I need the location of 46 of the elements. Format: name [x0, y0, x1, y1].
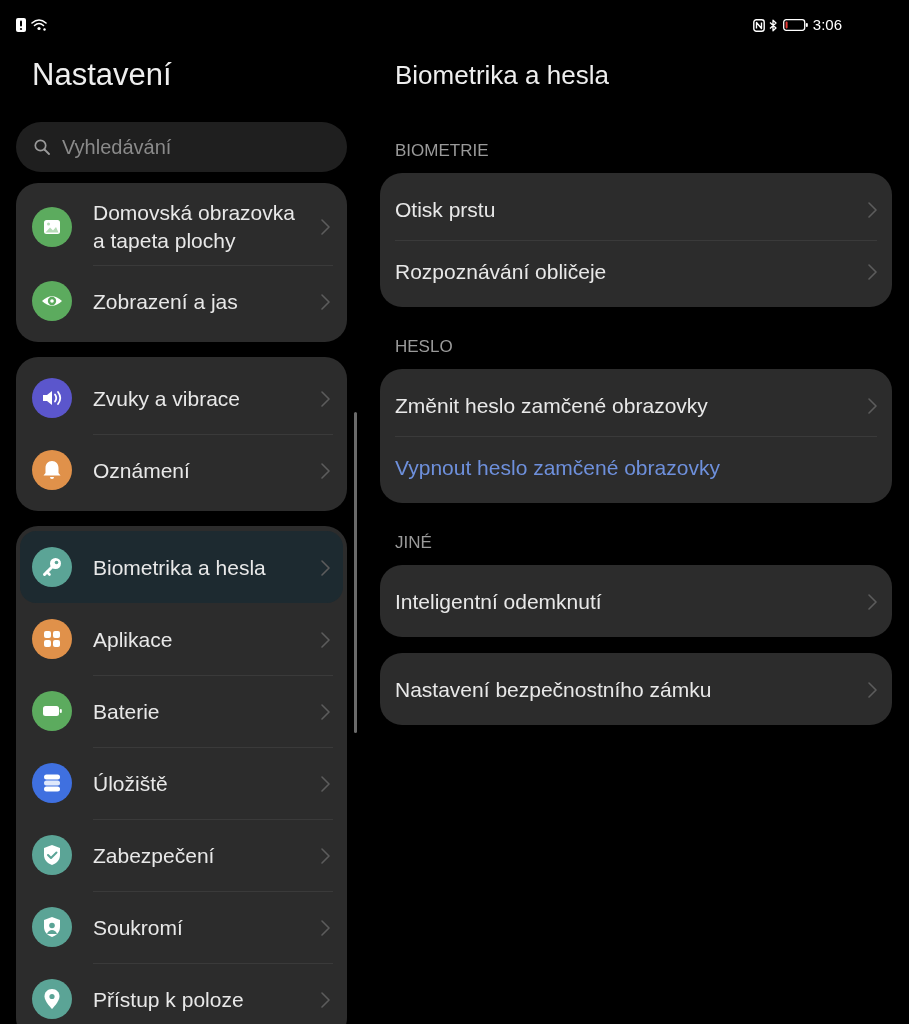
bluetooth-icon [768, 18, 777, 32]
section-heading: JINÉ [395, 533, 432, 553]
menu-item[interactable]: Inteligentní odemknutí [395, 570, 877, 632]
menu-item[interactable]: Rozpoznávání obličeje [395, 240, 877, 302]
section-heading: HESLO [395, 337, 453, 357]
sidebar-title: Nastavení [32, 57, 172, 93]
settings-item[interactable]: Úložiště [20, 747, 343, 819]
wifi-icon [31, 19, 47, 31]
chevron-right-icon [321, 847, 330, 864]
chevron-right-icon [868, 593, 877, 610]
chevron-right-icon [321, 293, 330, 310]
settings-item[interactable]: Přístup k poloze [20, 963, 343, 1024]
chevron-right-icon [321, 919, 330, 936]
settings-item[interactable]: Soukromí [20, 891, 343, 963]
chevron-right-icon [321, 703, 330, 720]
settings-item[interactable]: Zobrazení a jas [20, 265, 343, 337]
settings-item[interactable]: Zabezpečení [20, 819, 343, 891]
chevron-right-icon [868, 201, 877, 218]
chevron-right-icon [321, 390, 330, 407]
settings-item[interactable]: Domovská obrazovka a tapeta plochy [20, 188, 343, 265]
chevron-right-icon [321, 559, 330, 576]
settings-item[interactable]: Baterie [20, 675, 343, 747]
chevron-right-icon [868, 397, 877, 414]
search-field[interactable]: Vyhledávání [16, 122, 347, 172]
menu-item[interactable]: Otisk prstu [395, 178, 877, 240]
battery-icon [782, 19, 808, 31]
chevron-right-icon [321, 775, 330, 792]
action-link[interactable]: Vypnout heslo zamčené obrazovky [395, 436, 877, 498]
section-heading: BIOMETRIE [395, 141, 489, 161]
status-time: 3:06 [812, 16, 842, 34]
search-icon [34, 139, 50, 155]
chevron-right-icon [321, 462, 330, 479]
chevron-right-icon [321, 991, 330, 1008]
chevron-right-icon [868, 681, 877, 698]
menu-item[interactable]: Nastavení bezpečnostního zámku [395, 658, 877, 720]
nfc-icon [752, 18, 765, 32]
settings-item[interactable]: Aplikace [20, 603, 343, 675]
settings-item[interactable]: Zvuky a vibrace [20, 362, 343, 434]
chevron-right-icon [868, 263, 877, 280]
page-title: Biometrika a hesla [395, 59, 609, 91]
chevron-right-icon [321, 631, 330, 648]
settings-item[interactable]: Oznámení [20, 434, 343, 506]
menu-item[interactable]: Změnit heslo zamčené obrazovky [395, 374, 877, 436]
chevron-right-icon [321, 219, 330, 235]
settings-item[interactable]: Biometrika a hesla [20, 531, 343, 603]
alert-icon [16, 18, 26, 32]
